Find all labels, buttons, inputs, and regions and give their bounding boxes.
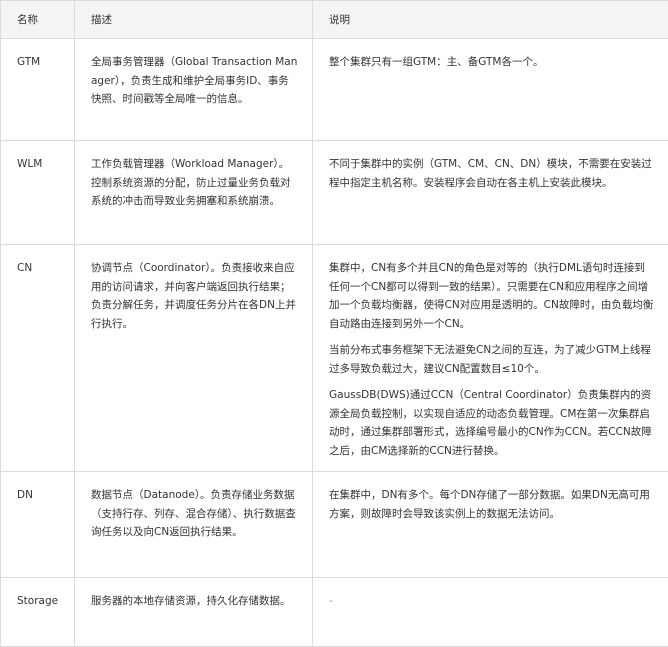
cell-desc: 全局事务管理器（Global Transaction Manager），负责生成… — [75, 39, 313, 141]
cell-note: 在集群中，DN有多个。每个DN存储了一部分数据。如果DN无高可用方案，则故障时会… — [313, 472, 668, 578]
cell-name: CN — [1, 245, 75, 472]
cell-desc: 工作负载管理器（Workload Manager）。控制系统资源的分配，防止过量… — [75, 141, 313, 245]
table-row-gtm: GTM 全局事务管理器（Global Transaction Manager），… — [1, 39, 668, 141]
note-paragraph: 集群中，CN有多个并且CN的角色是对等的（执行DML语句时连接到任何一个CN都可… — [329, 259, 654, 333]
table-row-dn: DN 数据节点（Datanode）。负责存储业务数据（支持行存、列存、混合存储）… — [1, 472, 668, 578]
cell-note: 集群中，CN有多个并且CN的角色是对等的（执行DML语句时连接到任何一个CN都可… — [313, 245, 668, 472]
cell-note: 不同于集群中的实例（GTM、CM、CN、DN）模块，不需要在安装过程中指定主机名… — [313, 141, 668, 245]
note-paragraph: GaussDB(DWS)通过CCN（Central Coordinator）负责… — [329, 386, 654, 460]
table-header-row: 名称 描述 说明 — [1, 1, 668, 39]
note-paragraph: 整个集群只有一组GTM：主、备GTM各一个。 — [329, 53, 654, 72]
cell-desc: 服务器的本地存储资源，持久化存储数据。 — [75, 578, 313, 647]
note-paragraph: 在集群中，DN有多个。每个DN存储了一部分数据。如果DN无高可用方案，则故障时会… — [329, 486, 654, 523]
cell-name: GTM — [1, 39, 75, 141]
cell-name: WLM — [1, 141, 75, 245]
cell-note: - — [313, 578, 668, 647]
cell-name: DN — [1, 472, 75, 578]
components-table: 名称 描述 说明 GTM 全局事务管理器（Global Transaction … — [0, 0, 668, 647]
note-paragraph: 当前分布式事务框架下无法避免CN之间的互连，为了减少GTM上线程过多导致负载过大… — [329, 341, 654, 378]
header-note: 说明 — [313, 1, 668, 39]
header-desc: 描述 — [75, 1, 313, 39]
cell-desc: 数据节点（Datanode）。负责存储业务数据（支持行存、列存、混合存储）、执行… — [75, 472, 313, 578]
cell-note: 整个集群只有一组GTM：主、备GTM各一个。 — [313, 39, 668, 141]
cell-desc: 协调节点（Coordinator）。负责接收来自应用的访问请求，并向客户端返回执… — [75, 245, 313, 472]
table-row-cn: CN 协调节点（Coordinator）。负责接收来自应用的访问请求，并向客户端… — [1, 245, 668, 472]
cell-name: Storage — [1, 578, 75, 647]
note-paragraph: - — [329, 592, 654, 611]
header-name: 名称 — [1, 1, 75, 39]
table-row-wlm: WLM 工作负载管理器（Workload Manager）。控制系统资源的分配，… — [1, 141, 668, 245]
note-paragraph: 不同于集群中的实例（GTM、CM、CN、DN）模块，不需要在安装过程中指定主机名… — [329, 155, 654, 192]
table-row-storage: Storage 服务器的本地存储资源，持久化存储数据。 - — [1, 578, 668, 647]
